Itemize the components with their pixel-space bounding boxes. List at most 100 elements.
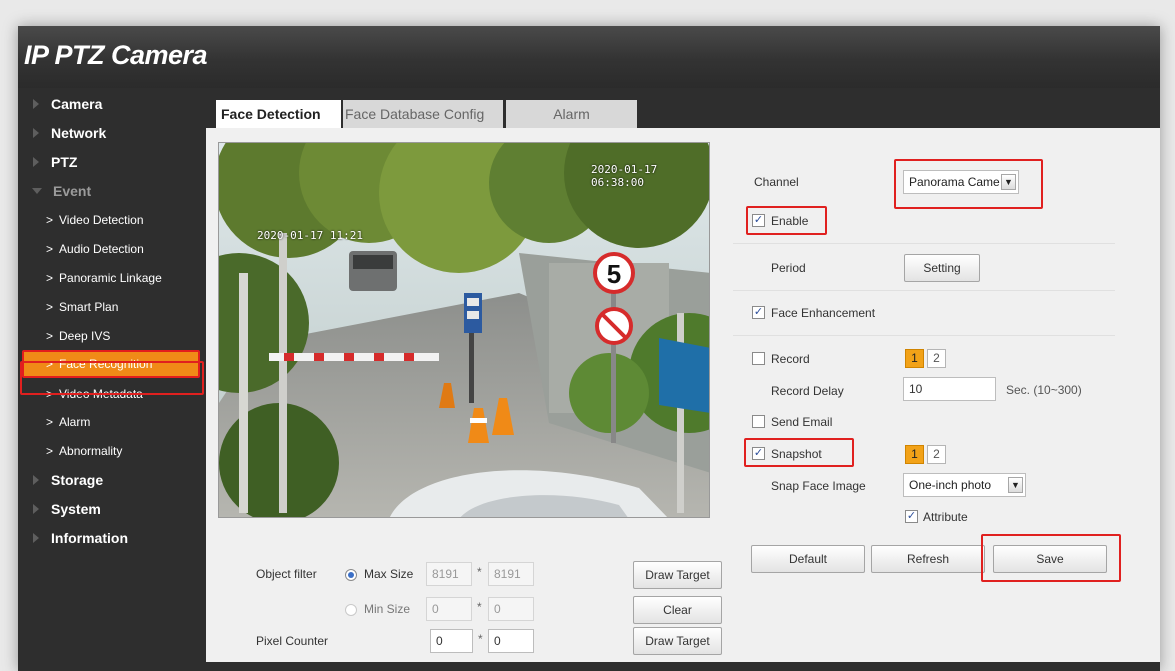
sidebar-subitem-label: Smart Plan <box>59 300 119 314</box>
svg-text:5: 5 <box>607 259 621 289</box>
face-enhancement-label: Face Enhancement <box>771 306 876 320</box>
app-window: IP PTZ Camera Camera Network PTZ Event >… <box>18 26 1160 671</box>
max-size-label: Max Size <box>364 567 414 581</box>
tab-alarm[interactable]: Alarm <box>506 100 637 128</box>
sidebar-subitem-audio-detection[interactable]: > Audio Detection <box>18 235 206 263</box>
size-separator: * <box>477 600 482 614</box>
channel-label: Channel <box>754 175 799 189</box>
osd-timestamp-secondary: 2020-01-17 11:21 <box>257 229 363 242</box>
sidebar-item-storage[interactable]: Storage <box>18 466 206 494</box>
period-label: Period <box>771 261 806 275</box>
size-separator: * <box>477 565 482 579</box>
record-schedule-1[interactable]: 1 <box>905 349 924 368</box>
tab-face-database-config[interactable]: Face Database Config <box>343 100 503 128</box>
sidebar-subitem-video-detection[interactable]: > Video Detection <box>18 206 206 234</box>
send-email-checkbox[interactable] <box>752 415 765 428</box>
snap-face-image-label: Snap Face Image <box>771 479 866 493</box>
refresh-button[interactable]: Refresh <box>871 545 985 573</box>
divider <box>733 243 1115 244</box>
caret-right-icon <box>33 475 39 485</box>
clear-button[interactable]: Clear <box>633 596 722 624</box>
min-size-radio[interactable] <box>345 604 357 616</box>
save-button[interactable]: Save <box>993 545 1107 573</box>
sidebar-item-ptz[interactable]: PTZ <box>18 148 206 176</box>
chevron-down-icon: ▼ <box>1008 477 1023 493</box>
max-size-width-input[interactable]: 8191 <box>426 562 472 586</box>
camera-scene-image: 5 <box>219 143 709 517</box>
chevron-down-icon: ▼ <box>1001 174 1016 190</box>
sidebar-subitem-video-metadata[interactable]: > Video Metadata <box>18 380 206 408</box>
sidebar-subitem-panoramic-linkage[interactable]: > Panoramic Linkage <box>18 264 206 292</box>
sidebar-subitem-label: Audio Detection <box>59 242 144 256</box>
sidebar-subitem-label: Alarm <box>59 415 91 429</box>
header: IP PTZ Camera <box>18 26 1160 88</box>
record-checkbox[interactable] <box>752 352 765 365</box>
record-delay-input[interactable]: 10 <box>903 377 996 401</box>
sidebar-item-label: PTZ <box>51 154 78 170</box>
attribute-label: Attribute <box>923 510 968 524</box>
sidebar-item-event[interactable]: Event <box>18 177 206 205</box>
sidebar-subitem-label: Deep IVS <box>59 329 111 343</box>
sidebar-item-label: Information <box>51 530 128 546</box>
max-size-radio[interactable] <box>345 569 357 581</box>
channel-select[interactable]: Panorama Came ▼ <box>903 170 1019 194</box>
sidebar-subitem-smart-plan[interactable]: > Smart Plan <box>18 293 206 321</box>
record-label: Record <box>771 352 810 366</box>
attribute-checkbox[interactable]: ✓ <box>905 510 918 523</box>
pixel-counter-width-input[interactable]: 0 <box>430 629 473 653</box>
video-preview[interactable]: 5 2020-01-17 06:38:00 2020-01-17 11:21 <box>218 142 710 518</box>
chevron-right-icon: > <box>46 213 54 227</box>
draw-target-button-2[interactable]: Draw Target <box>633 627 722 655</box>
caret-right-icon <box>33 99 39 109</box>
sidebar-item-label: Network <box>51 125 107 141</box>
bottom-bar <box>206 662 1160 671</box>
sidebar-item-label: Event <box>53 183 92 199</box>
sidebar-item-camera[interactable]: Camera <box>18 90 206 118</box>
chevron-right-icon: > <box>46 300 54 314</box>
sidebar-subitem-abnormality[interactable]: > Abnormality <box>18 437 206 465</box>
snapshot-label: Snapshot <box>771 447 822 461</box>
chevron-right-icon: > <box>46 387 54 401</box>
tab-bar: Face Detection Face Database Config Alar… <box>206 100 1160 128</box>
snapshot-schedule-2[interactable]: 2 <box>927 445 946 464</box>
snapshot-schedule-1[interactable]: 1 <box>905 445 924 464</box>
sidebar-item-label: Storage <box>51 472 104 488</box>
caret-right-icon <box>33 533 39 543</box>
min-size-label: Min Size <box>364 602 411 616</box>
pixel-counter-height-input[interactable]: 0 <box>488 629 534 653</box>
sidebar-subitem-label: Video Metadata <box>59 387 143 401</box>
sidebar-subitem-deep-ivs[interactable]: > Deep IVS <box>18 322 206 350</box>
max-size-height-input[interactable]: 8191 <box>488 562 534 586</box>
caret-right-icon <box>33 157 39 167</box>
sidebar-item-information[interactable]: Information <box>18 524 206 552</box>
chevron-right-icon: > <box>46 444 54 458</box>
sidebar-item-network[interactable]: Network <box>18 119 206 147</box>
min-size-width-input[interactable]: 0 <box>426 597 472 621</box>
size-separator: * <box>478 632 483 646</box>
pixel-counter-label: Pixel Counter <box>256 634 329 648</box>
face-enhancement-checkbox[interactable]: ✓ <box>752 306 765 319</box>
setting-button[interactable]: Setting <box>904 254 980 282</box>
enable-checkbox[interactable]: ✓ <box>752 214 765 227</box>
chevron-right-icon: > <box>46 242 54 256</box>
channel-select-value: Panorama Came <box>909 175 1000 189</box>
tab-face-detection[interactable]: Face Detection <box>216 100 341 128</box>
divider <box>733 335 1115 336</box>
sidebar-subitem-alarm[interactable]: > Alarm <box>18 408 206 436</box>
sidebar-item-label: System <box>51 501 101 517</box>
record-delay-label: Record Delay <box>771 384 844 398</box>
main-content: Face Detection Face Database Config Alar… <box>206 100 1160 671</box>
default-button[interactable]: Default <box>751 545 865 573</box>
record-delay-unit: Sec. (10~300) <box>1006 383 1082 397</box>
snapshot-checkbox[interactable]: ✓ <box>752 447 765 460</box>
snap-face-image-select[interactable]: One-inch photo ▼ <box>903 473 1026 497</box>
chevron-right-icon: > <box>46 329 54 343</box>
min-size-height-input[interactable]: 0 <box>488 597 534 621</box>
sidebar-subitem-label: Video Detection <box>59 213 144 227</box>
chevron-right-icon: > <box>46 415 54 429</box>
sidebar-subitem-face-recognition[interactable]: > Face Recognition <box>22 350 200 378</box>
draw-target-button[interactable]: Draw Target <box>633 561 722 589</box>
sidebar-item-system[interactable]: System <box>18 495 206 523</box>
record-schedule-2[interactable]: 2 <box>927 349 946 368</box>
chevron-right-icon: > <box>46 357 54 371</box>
